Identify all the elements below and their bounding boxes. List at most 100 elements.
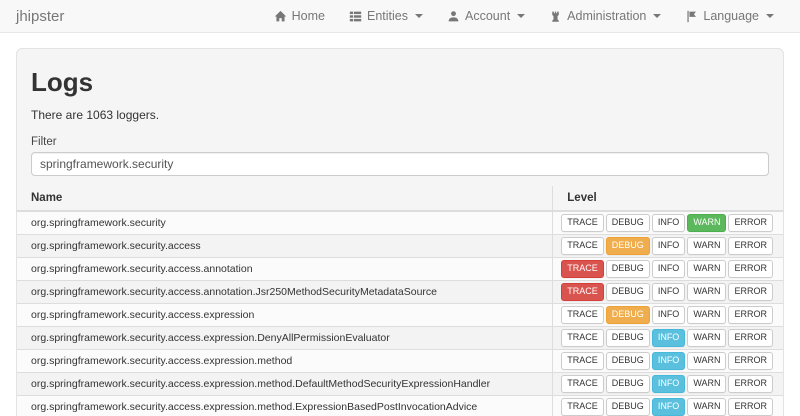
level-button-debug[interactable]: DEBUG: [606, 283, 650, 301]
level-buttons: TRACEDEBUGINFOWARNERROR: [553, 304, 783, 327]
level-buttons: TRACEDEBUGINFOWARNERROR: [553, 327, 783, 350]
table-row: org.springframework.security.access.anno…: [17, 258, 783, 281]
nav-item-label: Home: [292, 9, 325, 23]
logger-name: org.springframework.security.access.expr…: [17, 396, 553, 416]
level-button-error[interactable]: ERROR: [728, 260, 773, 278]
table-row: org.springframework.security.access.expr…: [17, 304, 783, 327]
level-button-warn[interactable]: WARN: [687, 329, 726, 347]
level-button-warn[interactable]: WARN: [687, 260, 726, 278]
level-button-info[interactable]: INFO: [652, 352, 686, 370]
logger-name: org.springframework.security.access.expr…: [17, 304, 553, 327]
nav-item-entities[interactable]: Entities: [337, 1, 435, 31]
nav-item-label: Entities: [367, 9, 408, 23]
logs-panel: Logs There are 1063 loggers. Filter Name…: [16, 48, 784, 416]
table-row: org.springframework.security.access.expr…: [17, 373, 783, 396]
level-button-error[interactable]: ERROR: [728, 214, 773, 232]
level-button-debug[interactable]: DEBUG: [606, 352, 650, 370]
level-button-warn[interactable]: WARN: [687, 283, 726, 301]
tower-icon: [549, 10, 562, 23]
level-buttons: TRACEDEBUGINFOWARNERROR: [553, 373, 783, 396]
logger-name: org.springframework.security.access.expr…: [17, 373, 553, 396]
level-button-warn[interactable]: WARN: [687, 352, 726, 370]
navbar: jhipster Home Entities Account Administr…: [0, 0, 800, 33]
chevron-down-icon: [415, 14, 423, 18]
level-button-info[interactable]: INFO: [652, 237, 686, 255]
logger-name: org.springframework.security.access.anno…: [17, 258, 553, 281]
brand-link[interactable]: jhipster: [14, 8, 66, 25]
home-icon: [274, 10, 287, 23]
level-buttons: TRACEDEBUGINFOWARNERROR: [553, 281, 783, 304]
level-button-warn[interactable]: WARN: [687, 306, 726, 324]
chevron-down-icon: [653, 14, 661, 18]
level-button-debug[interactable]: DEBUG: [606, 237, 650, 255]
level-button-trace[interactable]: TRACE: [561, 352, 604, 370]
level-button-debug[interactable]: DEBUG: [606, 260, 650, 278]
level-buttons: TRACEDEBUGINFOWARNERROR: [553, 350, 783, 373]
level-button-debug[interactable]: DEBUG: [606, 306, 650, 324]
logger-name: org.springframework.security.access.expr…: [17, 327, 553, 350]
logger-name: org.springframework.security: [17, 211, 553, 235]
table-row: org.springframework.security.accessTRACE…: [17, 235, 783, 258]
level-button-warn[interactable]: WARN: [687, 237, 726, 255]
chevron-down-icon: [517, 14, 525, 18]
level-button-debug[interactable]: DEBUG: [606, 214, 650, 232]
level-buttons: TRACEDEBUGINFOWARNERROR: [553, 396, 783, 416]
level-button-info[interactable]: INFO: [652, 306, 686, 324]
table-row: org.springframework.security.access.expr…: [17, 350, 783, 373]
level-button-info[interactable]: INFO: [652, 398, 686, 416]
level-button-trace[interactable]: TRACE: [561, 398, 604, 416]
user-icon: [447, 10, 460, 23]
nav-item-language[interactable]: Language: [673, 1, 786, 31]
level-button-debug[interactable]: DEBUG: [606, 398, 650, 416]
level-button-info[interactable]: INFO: [652, 375, 686, 393]
table-row: org.springframework.security.access.expr…: [17, 327, 783, 350]
loggers-count-text: There are 1063 loggers.: [31, 108, 769, 122]
level-button-trace[interactable]: TRACE: [561, 306, 604, 324]
level-button-trace[interactable]: TRACE: [561, 329, 604, 347]
level-button-trace[interactable]: TRACE: [561, 375, 604, 393]
filter-label: Filter: [31, 136, 769, 148]
level-button-error[interactable]: ERROR: [728, 237, 773, 255]
level-button-trace[interactable]: TRACE: [561, 260, 604, 278]
level-button-error[interactable]: ERROR: [728, 352, 773, 370]
nav-item-administration[interactable]: Administration: [537, 1, 673, 31]
loggers-table: Name Level org.springframework.securityT…: [17, 186, 783, 416]
table-row: org.springframework.security.access.anno…: [17, 281, 783, 304]
level-button-trace[interactable]: TRACE: [561, 237, 604, 255]
filter-input[interactable]: [31, 152, 769, 176]
level-button-debug[interactable]: DEBUG: [606, 329, 650, 347]
nav-item-home[interactable]: Home: [262, 1, 337, 31]
level-button-error[interactable]: ERROR: [728, 329, 773, 347]
level-button-warn[interactable]: WARN: [687, 214, 726, 232]
level-button-info[interactable]: INFO: [652, 329, 686, 347]
level-button-trace[interactable]: TRACE: [561, 283, 604, 301]
level-button-error[interactable]: ERROR: [728, 375, 773, 393]
column-header-level: Level: [553, 186, 783, 211]
level-buttons: TRACEDEBUGINFOWARNERROR: [553, 258, 783, 281]
logger-name: org.springframework.security.access.expr…: [17, 350, 553, 373]
list-icon: [349, 10, 362, 23]
nav-item-label: Language: [703, 9, 759, 23]
nav-item-label: Administration: [567, 9, 646, 23]
level-button-error[interactable]: ERROR: [728, 283, 773, 301]
level-button-warn[interactable]: WARN: [687, 398, 726, 416]
level-buttons: TRACEDEBUGINFOWARNERROR: [553, 235, 783, 258]
chevron-down-icon: [766, 14, 774, 18]
level-button-info[interactable]: INFO: [652, 214, 686, 232]
level-buttons: TRACEDEBUGINFOWARNERROR: [553, 211, 783, 235]
nav-item-label: Account: [465, 9, 510, 23]
table-row: org.springframework.securityTRACEDEBUGIN…: [17, 211, 783, 235]
level-button-warn[interactable]: WARN: [687, 375, 726, 393]
level-button-error[interactable]: ERROR: [728, 398, 773, 416]
table-row: org.springframework.security.access.expr…: [17, 396, 783, 416]
table-header-row: Name Level: [17, 186, 783, 211]
level-button-info[interactable]: INFO: [652, 283, 686, 301]
navbar-menu: Home Entities Account Administration Lan…: [262, 1, 786, 31]
level-button-info[interactable]: INFO: [652, 260, 686, 278]
level-button-error[interactable]: ERROR: [728, 306, 773, 324]
level-button-debug[interactable]: DEBUG: [606, 375, 650, 393]
level-button-trace[interactable]: TRACE: [561, 214, 604, 232]
flag-icon: [685, 10, 698, 23]
nav-item-account[interactable]: Account: [435, 1, 537, 31]
logger-name: org.springframework.security.access: [17, 235, 553, 258]
